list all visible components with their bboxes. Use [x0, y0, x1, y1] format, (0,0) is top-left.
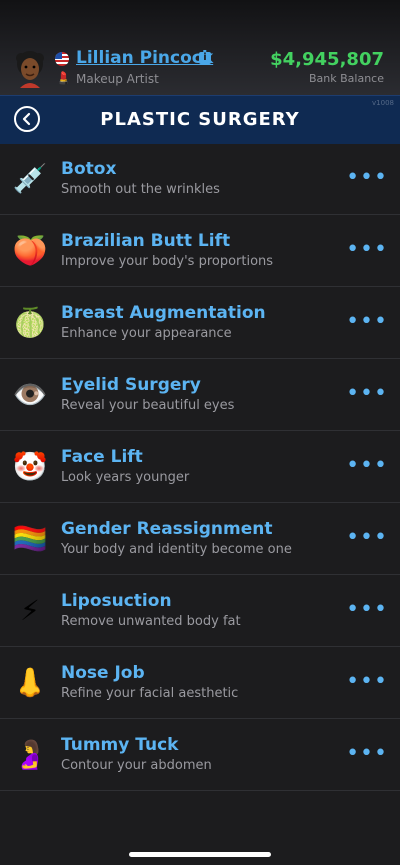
- list-item[interactable]: 💉 Botox Smooth out the wrinkles •••: [0, 143, 400, 215]
- eye-icon: 👁️: [12, 378, 48, 411]
- item-subtitle: Remove unwanted body fat: [61, 614, 241, 629]
- version-tag: v1008: [372, 99, 394, 107]
- list-item[interactable]: 🍈 Breast Augmentation Enhance your appeara…: [0, 287, 400, 359]
- item-subtitle: Look years younger: [61, 470, 190, 485]
- item-title: Liposuction: [61, 591, 172, 611]
- more-options-icon[interactable]: •••: [346, 239, 388, 261]
- item-title: Botox: [61, 159, 117, 179]
- lightning-icon: ⚡: [20, 594, 40, 627]
- list-item[interactable]: 🤰 Tummy Tuck Contour your abdomen •••: [0, 719, 400, 791]
- profile-name[interactable]: Lillian Pincock: [76, 48, 213, 68]
- bank-balance-label: Bank Balance: [309, 72, 384, 85]
- list-item[interactable]: 🤡 Face Lift Look years younger •••: [0, 431, 400, 503]
- home-indicator[interactable]: [129, 852, 271, 857]
- more-options-icon[interactable]: •••: [346, 671, 388, 693]
- item-subtitle: Contour your abdomen: [61, 758, 212, 773]
- item-title: Tummy Tuck: [61, 735, 179, 755]
- us-flag-icon: [55, 52, 69, 66]
- nose-icon: 👃: [12, 666, 48, 699]
- item-title: Eyelid Surgery: [61, 375, 201, 395]
- syringe-icon: 💉: [12, 162, 48, 195]
- clown-face-icon: 🤡: [12, 450, 48, 483]
- more-options-icon[interactable]: •••: [346, 599, 388, 621]
- item-subtitle: Reveal your beautiful eyes: [61, 398, 235, 413]
- list-item[interactable]: 🍑 Brazilian Butt Lift Improve your body's …: [0, 215, 400, 287]
- item-subtitle: Enhance your appearance: [61, 326, 232, 341]
- list-item[interactable]: ⚡ Liposuction Remove unwanted body fat •••: [0, 575, 400, 647]
- rainbow-flag-icon: 🏳️‍🌈: [12, 522, 48, 555]
- makeup-artist-icon: 💄: [56, 71, 71, 85]
- more-options-icon[interactable]: •••: [346, 527, 388, 549]
- item-title: Breast Augmentation: [61, 303, 266, 323]
- profile-job: Makeup Artist: [76, 72, 159, 86]
- more-options-icon[interactable]: •••: [346, 383, 388, 405]
- item-subtitle: Your body and identity become one: [61, 542, 292, 557]
- item-title: Face Lift: [61, 447, 143, 467]
- melon-icon: 🍈: [12, 306, 48, 339]
- bank-balance-value: $4,945,807: [270, 49, 384, 70]
- profile-bar: Lillian Pincock i 💄 Makeup Artist $4,945…: [0, 0, 400, 95]
- page-header: PLASTIC SURGERY v1008: [0, 95, 400, 144]
- item-title: Gender Reassignment: [61, 519, 273, 539]
- surgery-list: 💉 Botox Smooth out the wrinkles ••• 🍑 Brazili…: [0, 143, 400, 791]
- pregnant-woman-icon: 🤰: [12, 738, 48, 771]
- item-title: Nose Job: [61, 663, 145, 683]
- page-title: PLASTIC SURGERY: [100, 109, 300, 130]
- more-options-icon[interactable]: •••: [346, 455, 388, 477]
- more-options-icon[interactable]: •••: [346, 311, 388, 333]
- item-subtitle: Refine your facial aesthetic: [61, 686, 239, 701]
- more-options-icon[interactable]: •••: [346, 167, 388, 189]
- peach-icon: 🍑: [12, 234, 48, 267]
- more-options-icon[interactable]: •••: [346, 743, 388, 765]
- item-subtitle: Improve your body's proportions: [61, 254, 274, 269]
- list-item[interactable]: 🏳️‍🌈 Gender Reassignment Your body and ide…: [0, 503, 400, 575]
- list-item[interactable]: 👃 Nose Job Refine your facial aesthetic •••: [0, 647, 400, 719]
- avatar[interactable]: [12, 48, 48, 88]
- item-subtitle: Smooth out the wrinkles: [61, 182, 220, 197]
- item-title: Brazilian Butt Lift: [61, 231, 231, 251]
- list-item[interactable]: 👁️ Eyelid Surgery Reveal your beautiful ey…: [0, 359, 400, 431]
- info-icon[interactable]: i: [199, 52, 211, 64]
